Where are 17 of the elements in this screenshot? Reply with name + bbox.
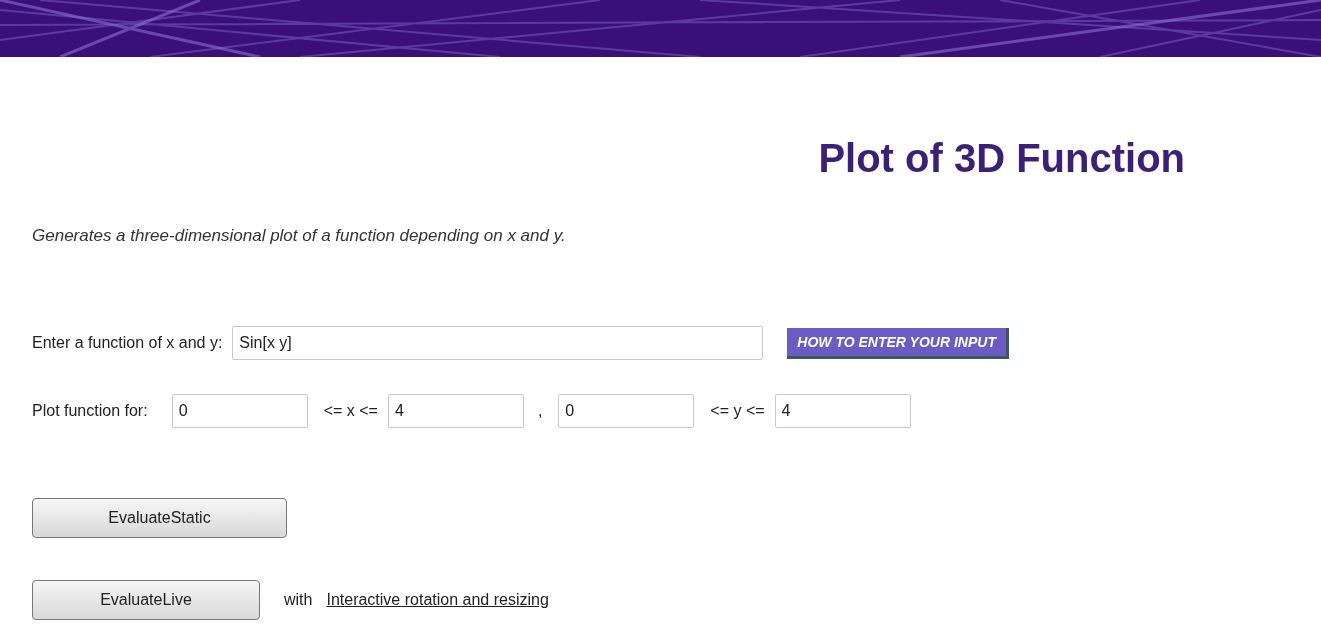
function-input[interactable]: Sin[x y] (232, 326, 764, 360)
with-text: with (284, 591, 313, 609)
page-title: Plot of 3D Function (817, 135, 1185, 182)
x-min-input[interactable]: 0 (171, 394, 308, 428)
comma-text: , (537, 402, 543, 420)
help-button[interactable]: HOW TO ENTER YOUR INPUT (787, 327, 1009, 359)
y-max-input[interactable]: 4 (774, 394, 911, 428)
evaluate-static-button[interactable]: EvaluateStatic (32, 498, 287, 538)
evaluate-live-button[interactable]: EvaluateLive (32, 580, 260, 620)
x-max-input[interactable]: 4 (387, 394, 524, 428)
description-text: Generates a three-dimensional plot of a function depending on x and y. (32, 226, 567, 246)
y-range-text: <= y <= (710, 402, 765, 420)
x-range-text: <= x <= (323, 402, 378, 420)
y-min-input[interactable]: 0 (558, 394, 695, 428)
interactive-link[interactable]: Interactive rotation and resizing (326, 591, 549, 609)
range-label: Plot function for: (32, 402, 148, 420)
function-label: Enter a function of x and y: (32, 334, 223, 352)
